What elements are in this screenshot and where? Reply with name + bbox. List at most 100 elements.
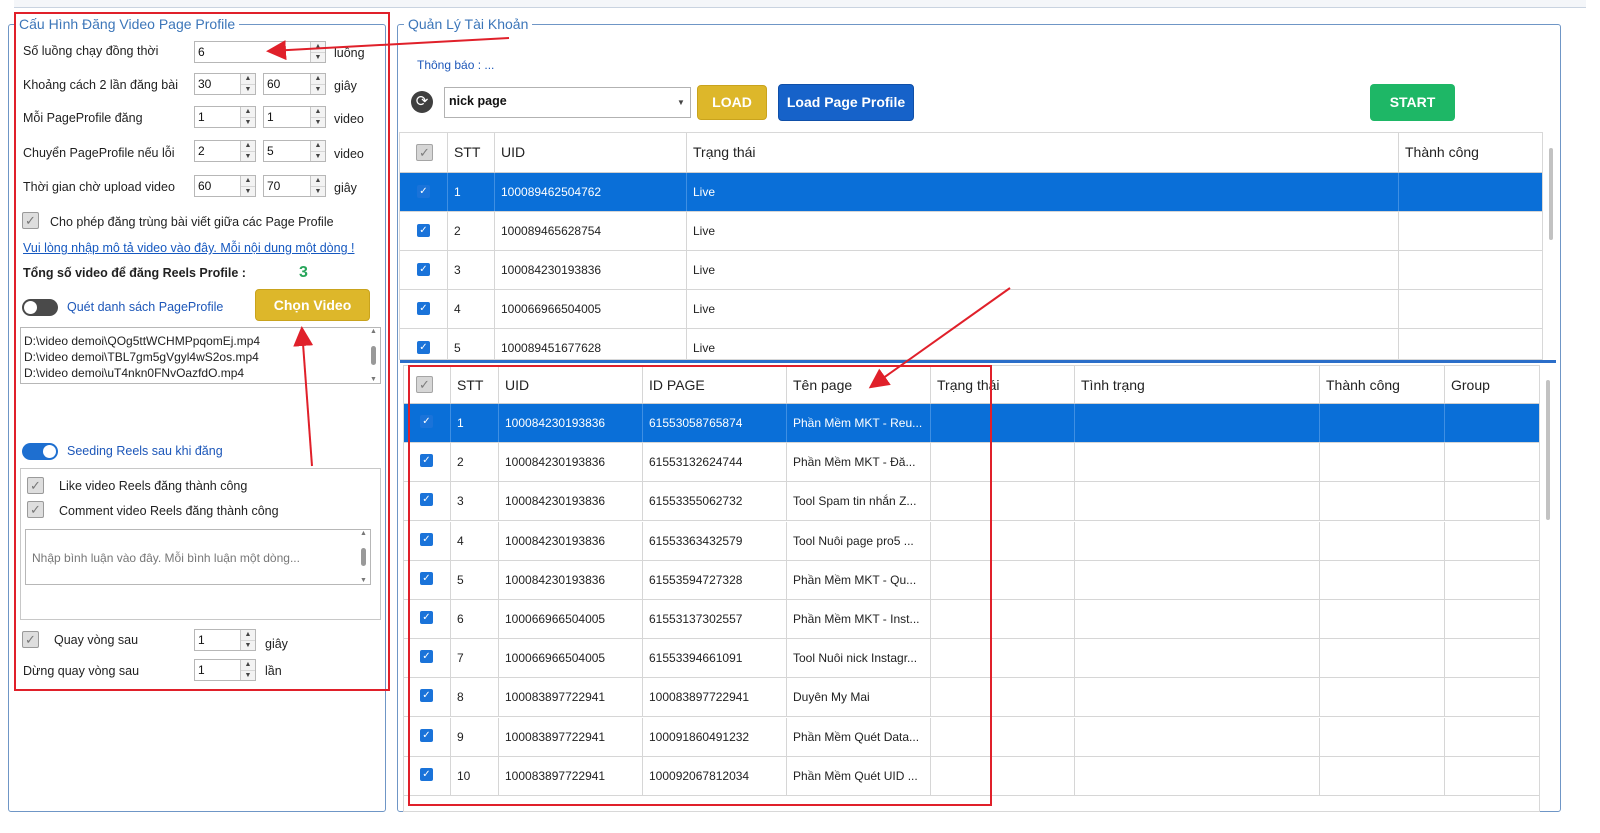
total-videos-label: Tổng số video để đăng Reels Profile : [23, 266, 246, 280]
row-checkbox-cell: ✓ [404, 560, 451, 599]
row-checkbox-cell: ✓ [400, 173, 448, 211]
stop-loop-label: Dừng quay vòng sau [23, 664, 140, 678]
column-header[interactable]: STT [448, 133, 495, 172]
page-row[interactable]: ✓ 1 100084230193836 61553058765874 Phần Mềm … [404, 404, 1539, 443]
comment-reels-checkbox[interactable]: ✓ [27, 501, 44, 518]
load-page-profile-button[interactable]: Load Page Profile [778, 84, 914, 121]
row-checkbox-cell: ✓ [404, 717, 451, 756]
column-header[interactable]: Group [1445, 366, 1539, 403]
column-header[interactable]: Thành công [1399, 133, 1542, 172]
column-header[interactable]: Trạng thái [931, 366, 1075, 403]
post-gap-min-input[interactable]: 30 ▲ ▼ [194, 73, 256, 95]
grid-splitter[interactable] [400, 360, 1556, 363]
account-row[interactable]: ✓ 3 100084230193836 Live [400, 251, 1542, 290]
config-title: Cấu Hình Đăng Video Page Profile [15, 16, 240, 32]
refresh-icon[interactable]: ⟳ [411, 91, 433, 113]
page-row[interactable]: ✓ 5 100084230193836 61553594727328 Phần Mềm … [404, 560, 1539, 600]
row-checkbox[interactable]: ✓ [420, 454, 433, 468]
column-header[interactable]: Trạng thái [687, 133, 1399, 172]
cell-uid: 100089462504762 [495, 173, 687, 211]
loop-checkbox[interactable]: ✓ [22, 631, 39, 648]
page-row[interactable]: ✓ 3 100084230193836 61553355062732 Tool Spam… [404, 482, 1539, 522]
post-gap-max-input[interactable]: 60 ▲ ▼ [263, 73, 326, 95]
cell-success [1399, 173, 1542, 211]
cell-empty [1320, 443, 1445, 482]
page-row[interactable]: ✓ 8 100083897722941 100083897722941 Duyên My… [404, 678, 1539, 718]
chevron-down-icon: ▼ [677, 98, 685, 107]
cell-stt: 1 [451, 404, 499, 442]
select-all-checkbox[interactable]: ✓ [416, 144, 433, 161]
row-checkbox[interactable]: ✓ [420, 571, 433, 585]
account-type-select[interactable]: nick page ▼ [444, 87, 691, 118]
select-all-pages-checkbox[interactable]: ✓ [416, 376, 433, 393]
row-checkbox[interactable]: ✓ [417, 302, 430, 315]
column-header[interactable]: Tình trạng [1075, 366, 1320, 403]
page-row[interactable]: ✓ 2 100084230193836 61553132624744 Phần Mềm … [404, 443, 1539, 483]
cell-page_id: 61553058765874 [643, 404, 787, 442]
row-checkbox[interactable]: ✓ [417, 224, 430, 237]
video-files-scrollbar[interactable]: ▲ ▼ [369, 328, 378, 383]
cell-success [1399, 329, 1542, 359]
cell-stt: 6 [451, 600, 499, 638]
accounts-table-scrollbar[interactable] [1549, 148, 1553, 240]
row-checkbox[interactable]: ✓ [420, 532, 433, 546]
cell-empty [931, 756, 1075, 795]
column-header[interactable]: UID [499, 366, 643, 403]
column-header[interactable]: ID PAGE [643, 366, 787, 403]
cell-name: Tool Spam tin nhắn Z... [787, 482, 931, 521]
row-checkbox[interactable]: ✓ [417, 341, 430, 354]
choose-video-button[interactable]: Chọn Video [255, 289, 370, 321]
column-header[interactable]: UID [495, 133, 687, 172]
description-link[interactable]: Vui lòng nhập mô tả video vào đây. Mỗi n… [23, 241, 354, 255]
scan-pageprofile-toggle[interactable] [22, 299, 58, 316]
column-header[interactable]: Tên page [787, 366, 931, 403]
column-header[interactable]: Thành công [1320, 366, 1445, 403]
cell-empty [1320, 600, 1445, 638]
row-checkbox-cell: ✓ [400, 251, 448, 289]
account-row[interactable]: ✓ 5 100089451677628 Live [400, 329, 1542, 359]
stop-loop-input[interactable]: 1 ▲ ▼ [194, 659, 256, 681]
account-row[interactable]: ✓ 2 100089465628754 Live [400, 212, 1542, 251]
row-checkbox[interactable]: ✓ [420, 611, 433, 624]
account-row[interactable]: ✓ 4 100066966504005 Live [400, 290, 1542, 329]
seeding-reels-label: Seeding Reels sau khi đăng [67, 444, 223, 458]
load-button[interactable]: LOAD [697, 85, 767, 120]
threads-input[interactable]: 6 ▲ ▼ [194, 41, 326, 63]
page-row[interactable]: ✓ 9 100083897722941 100091860491232 Phần Mềm… [404, 717, 1539, 757]
column-header[interactable]: STT [451, 366, 499, 403]
per-profile-min-input[interactable]: 1 ▲ ▼ [194, 106, 256, 128]
row-checkbox[interactable]: ✓ [420, 493, 433, 507]
row-checkbox[interactable]: ✓ [420, 650, 433, 664]
page-row[interactable]: ✓ 7 100066966504005 61553394661091 Tool Nuôi… [404, 639, 1539, 679]
cell-stt: 10 [451, 756, 499, 795]
row-checkbox[interactable]: ✓ [420, 728, 433, 742]
page-row[interactable]: ✓ 10 100083897722941 100092067812034 Phần Mề… [404, 756, 1539, 796]
row-checkbox[interactable]: ✓ [417, 185, 430, 198]
seeding-reels-toggle[interactable] [22, 443, 58, 460]
comment-scrollbar[interactable]: ▲ ▼ [359, 530, 368, 584]
switch-on-error-min-input[interactable]: 2 ▲ ▼ [194, 140, 256, 162]
page-row[interactable]: ✓ 4 100084230193836 61553363432579 Tool Nuôi… [404, 521, 1539, 561]
cell-empty [1320, 717, 1445, 756]
like-reels-checkbox[interactable]: ✓ [27, 477, 44, 494]
upload-wait-max-input[interactable]: 70 ▲ ▼ [263, 175, 326, 197]
cell-page_id: 100091860491232 [643, 717, 787, 756]
row-checkbox[interactable]: ✓ [417, 263, 430, 276]
row-checkbox[interactable]: ✓ [420, 689, 433, 703]
account-row[interactable]: ✓ 1 100089462504762 Live [400, 173, 1542, 212]
cell-success [1399, 212, 1542, 250]
loop-input[interactable]: 1 ▲ ▼ [194, 629, 256, 651]
per-profile-max-input[interactable]: 1 ▲ ▼ [263, 106, 326, 128]
allow-duplicate-checkbox[interactable]: ✓ [22, 212, 39, 229]
cell-success [1399, 290, 1542, 328]
row-checkbox[interactable]: ✓ [420, 415, 433, 428]
comment-input[interactable]: Nhập bình luận vào đây. Mỗi bình luận mộ… [25, 529, 371, 585]
page-row[interactable]: ✓ 6 100066966504005 61553137302557 Phần Mềm … [404, 600, 1539, 639]
switch-on-error-max-input[interactable]: 5 ▲ ▼ [263, 140, 326, 162]
total-videos-count: 3 [299, 264, 308, 281]
upload-wait-min-input[interactable]: 60 ▲ ▼ [194, 175, 256, 197]
pages-table-scrollbar[interactable] [1546, 380, 1550, 520]
video-files-list[interactable]: D:\video demoi\QOg5ttWCHMPpqomEj.mp4 D:\… [20, 327, 381, 384]
row-checkbox[interactable]: ✓ [420, 767, 433, 781]
start-button[interactable]: START [1370, 84, 1455, 121]
